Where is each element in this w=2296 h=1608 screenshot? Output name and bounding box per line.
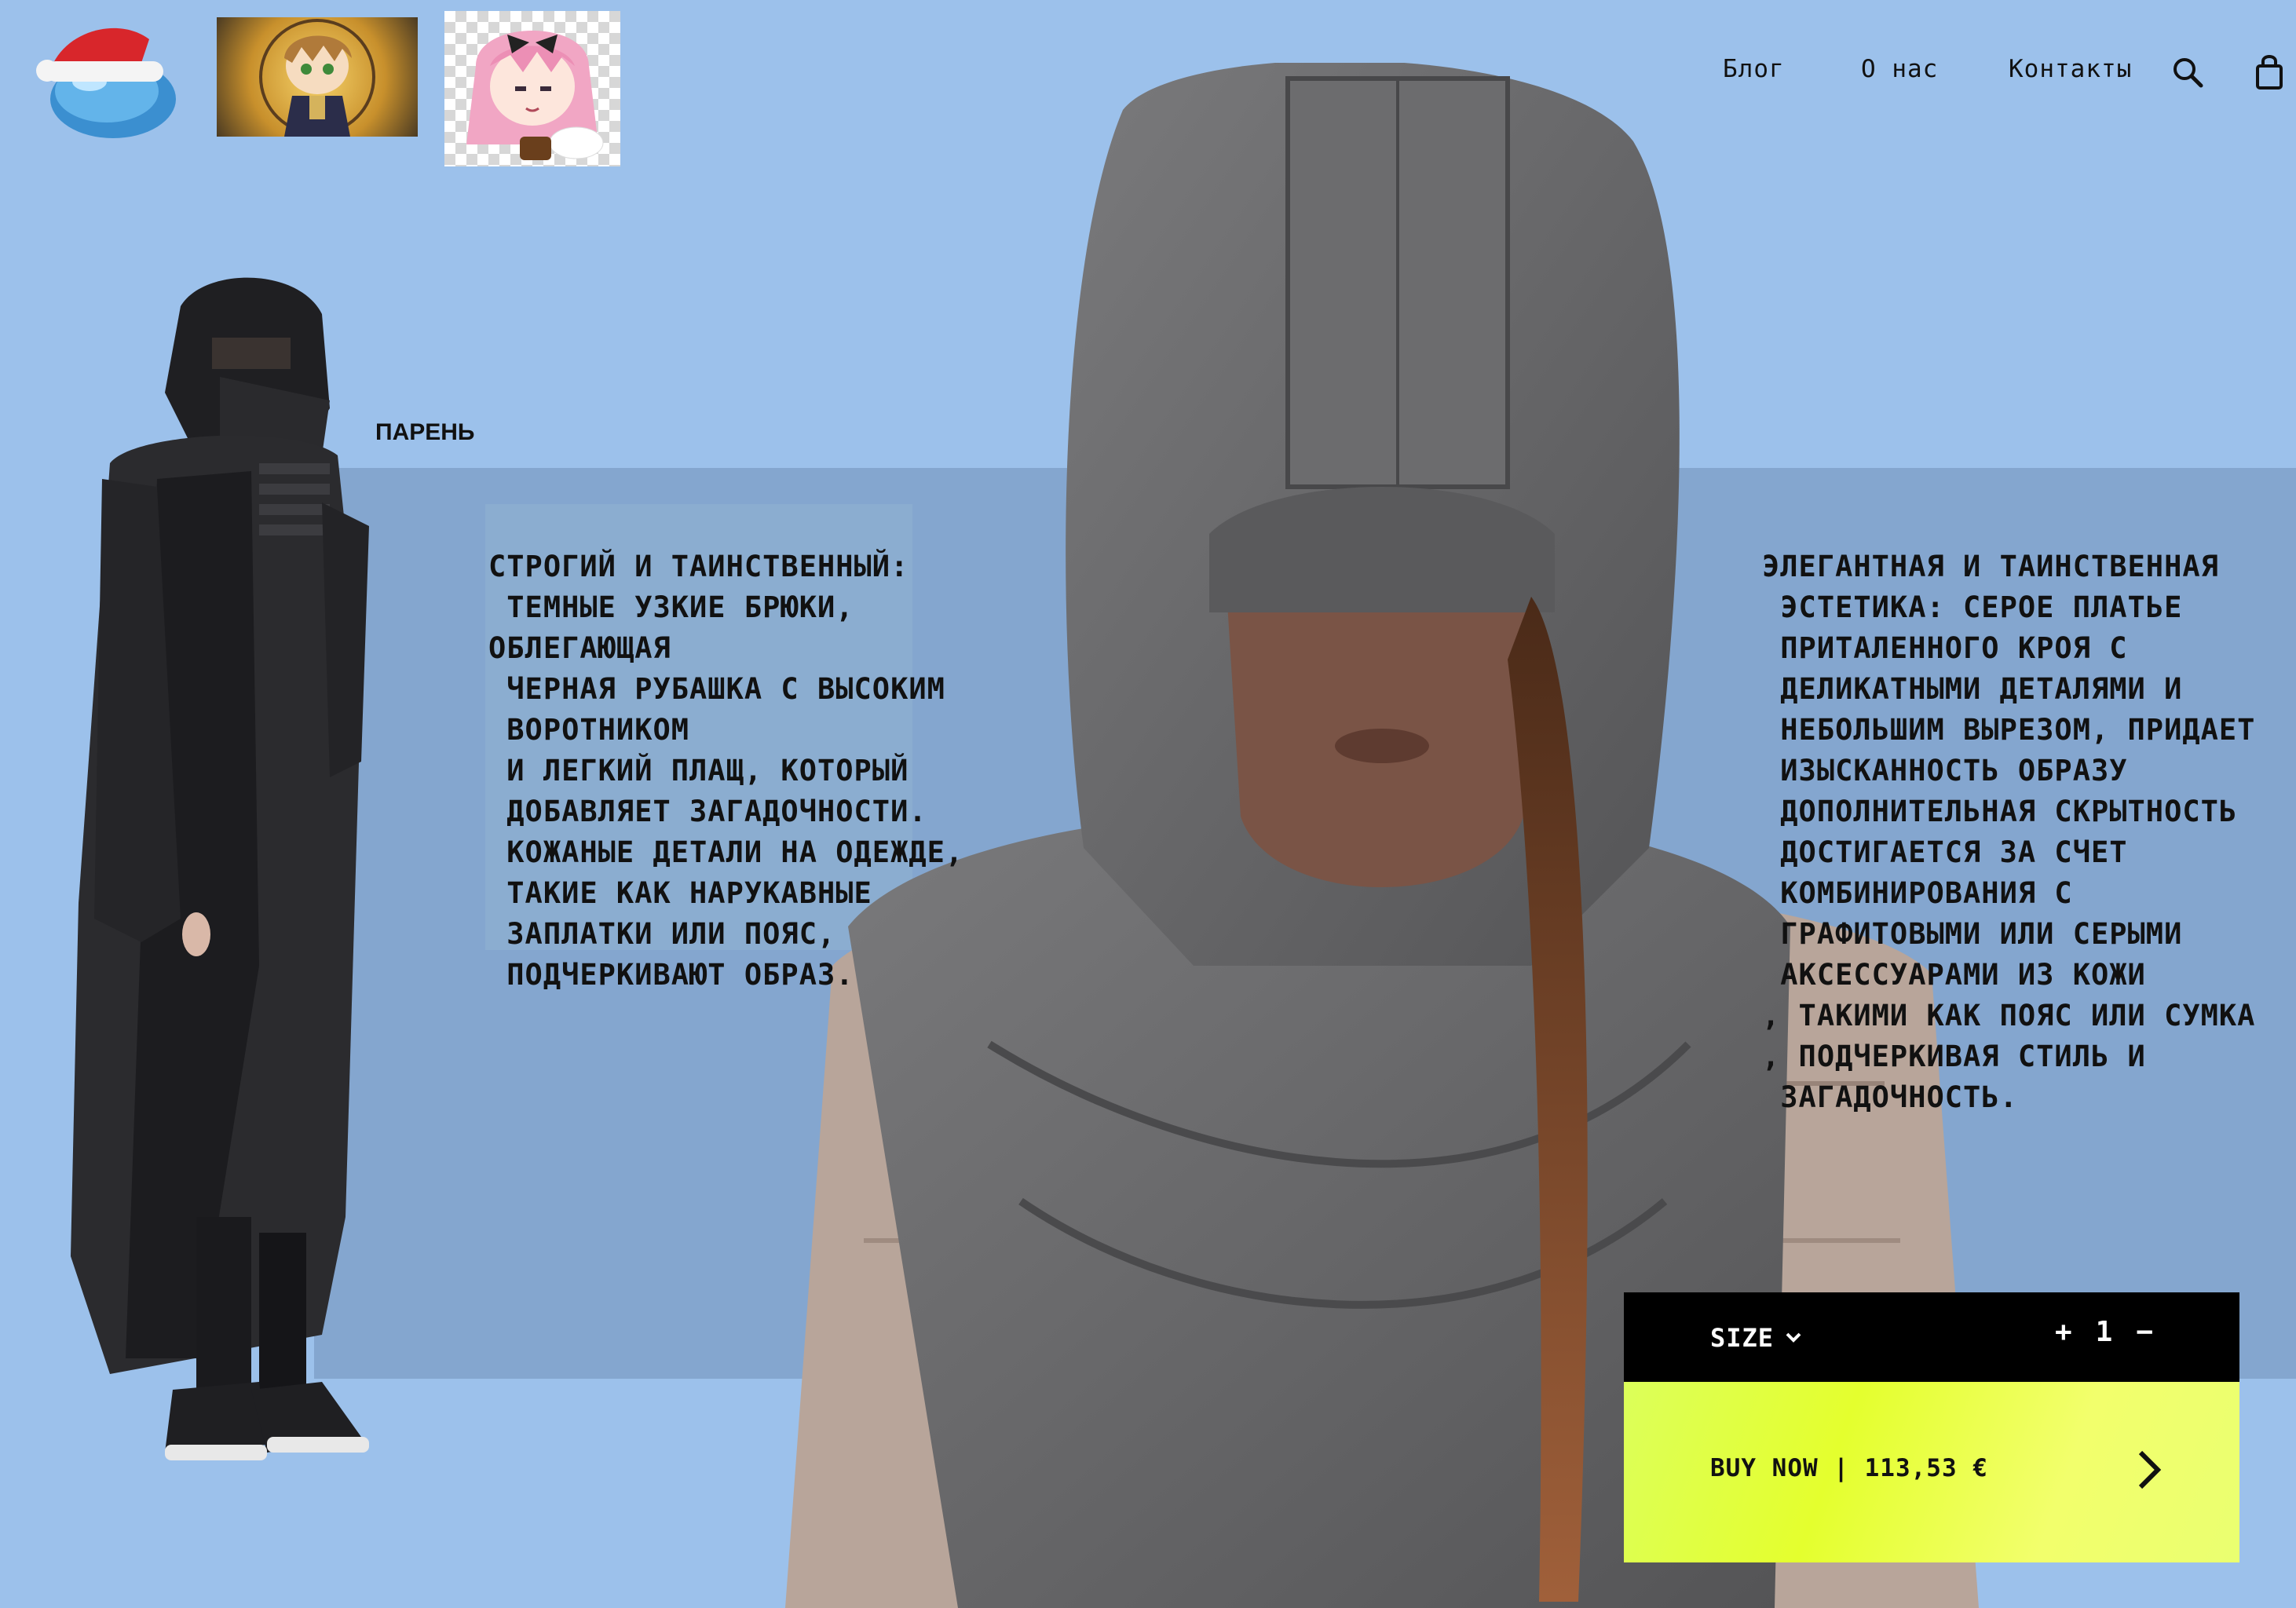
search-icon[interactable] [2172,57,2208,93]
page: Блог О нас Контакты ПАРЕНЬ СТРОГИЙ И ТАИ… [0,0,2296,1608]
size-select[interactable]: SIZE [1710,1321,1802,1355]
female-outfit-description: ЭЛЕГАНТНАЯ И ТАИНСТВЕННАЯ ЭСТЕТИКА: СЕРО… [1762,550,2256,1114]
purchase-widget: SIZE + 1 − BUY NOW | 113,53 € [1624,1292,2239,1562]
size-label: SIZE [1710,1323,1775,1353]
shopping-bag-icon[interactable] [2254,53,2290,90]
quantity-stepper: + 1 − [2055,1316,2153,1348]
anime-boy-avatar-icon [259,19,375,137]
chevron-down-icon [1786,1332,1801,1343]
anime-boy-avatar[interactable] [217,17,418,137]
buy-now-button[interactable]: BUY NOW | 113,53 € [1624,1382,2239,1562]
male-section-label: ПАРЕНЬ [375,419,475,445]
quantity-increase-button[interactable]: + [2055,1316,2072,1348]
chevron-right-icon [2138,1450,2162,1489]
logo[interactable] [31,16,188,141]
size-bar: SIZE + 1 − [1624,1292,2239,1382]
slime-santa-hat-logo-icon [36,27,176,138]
male-model-image [63,275,393,1500]
nav-contacts[interactable]: Контакты [2009,55,2132,86]
quantity-decrease-button[interactable]: − [2136,1316,2153,1348]
quantity-value: 1 [2095,1316,2113,1348]
buy-now-label: BUY NOW | 113,53 € [1710,1454,1988,1482]
anime-girl-avatar-icon [466,31,604,160]
male-outfit-description: СТРОГИЙ И ТАИНСТВЕННЫЙ: ТЕМНЫЕ УЗКИЕ БРЮ… [488,550,964,992]
anime-girl-avatar[interactable] [444,11,620,166]
